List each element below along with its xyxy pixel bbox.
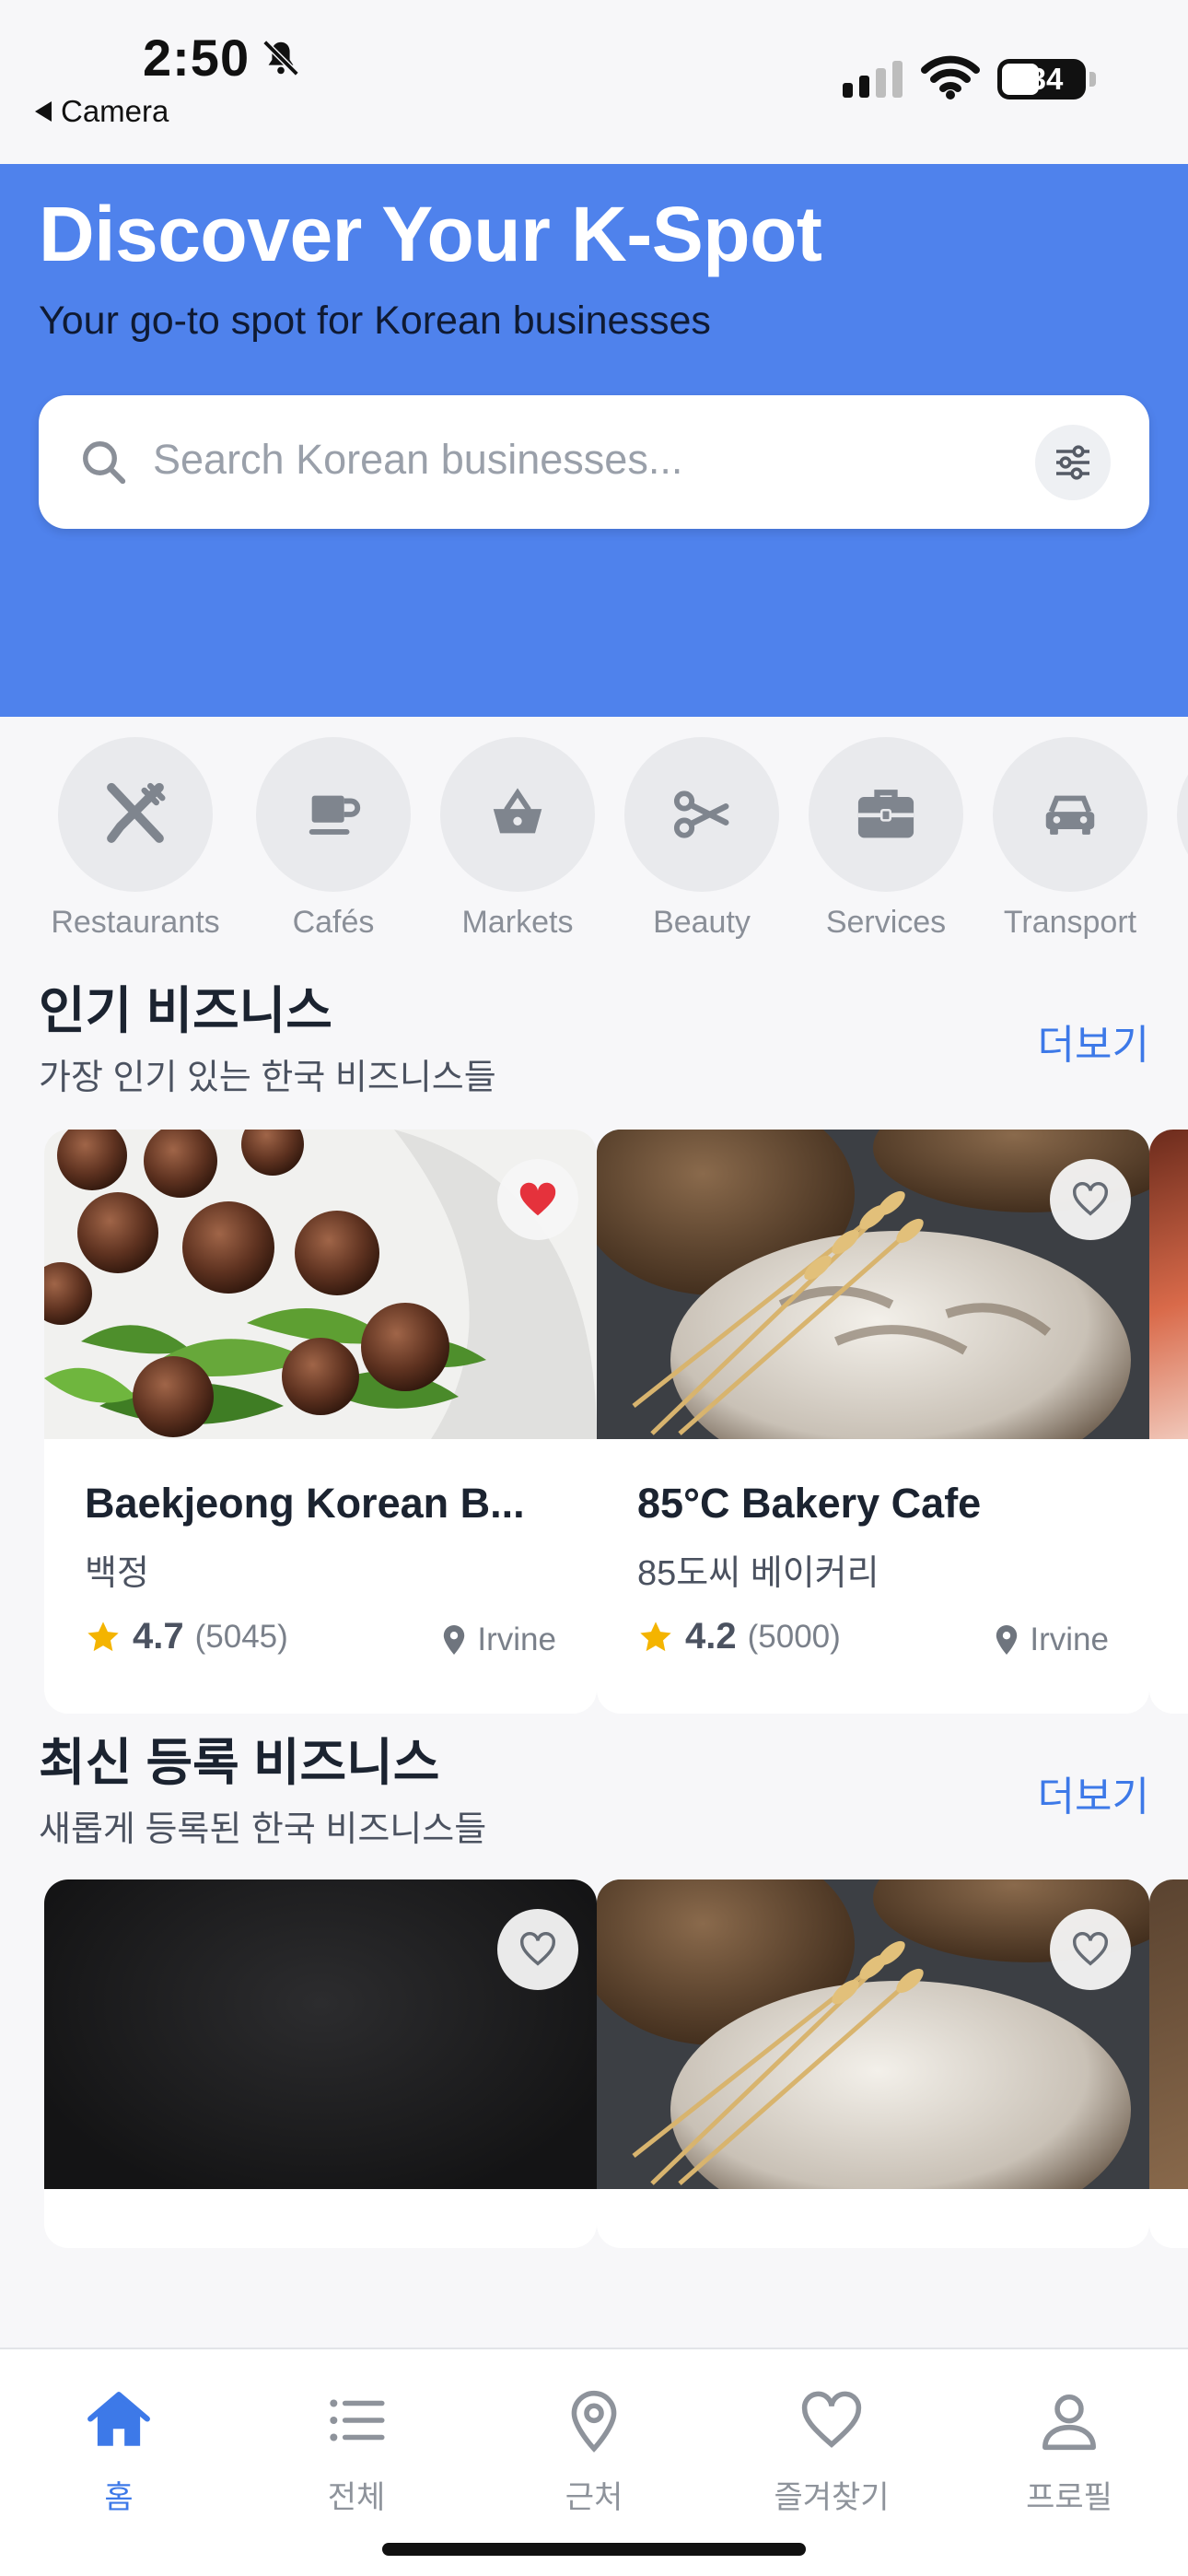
car-icon: [1045, 795, 1095, 835]
business-card[interactable]: Baekjeong Korean B... 백정 4.7 (5045) Irvi…: [44, 1130, 597, 1714]
filter-button[interactable]: [1035, 425, 1111, 500]
business-photo: [597, 1130, 1149, 1439]
category-label: Transport: [1003, 905, 1137, 940]
basket-icon: [493, 788, 542, 834]
business-card-partial[interactable]: [1149, 1130, 1188, 1714]
popular-see-more-link[interactable]: 더보기: [1038, 1012, 1149, 1071]
review-count: (5000): [747, 1618, 841, 1655]
back-to-app-button[interactable]: Camera: [35, 94, 169, 129]
business-photo: [44, 1879, 597, 2189]
page-subtitle: Your go-to spot for Korean businesses: [39, 299, 711, 343]
wifi-icon: [921, 55, 980, 100]
review-count: (5045): [194, 1618, 288, 1655]
silent-bell-icon: [262, 40, 299, 76]
popular-section-title: 인기 비즈니스: [39, 982, 332, 1039]
app-screen: 2:50 Camera 34 Discover Your K-Spot Your…: [0, 0, 1188, 2576]
hero-banner: Discover Your K-Spot Your go-to spot for…: [0, 164, 1188, 717]
tab-all[interactable]: 전체: [264, 2386, 448, 2517]
category-services[interactable]: Services: [794, 737, 978, 941]
coffee-cup-icon: [309, 795, 361, 835]
category-cafes[interactable]: Cafés: [241, 737, 425, 941]
business-card[interactable]: [597, 1879, 1149, 2248]
category-label: Markets: [461, 905, 574, 940]
map-pin-icon: [996, 1625, 1018, 1655]
category-label: Services: [825, 905, 947, 940]
category-beauty[interactable]: Beauty: [610, 737, 794, 941]
business-photo: [1149, 1130, 1188, 1439]
favorite-button[interactable]: [1050, 1159, 1131, 1240]
business-name: 85°C Bakery Cafe: [637, 1480, 982, 1527]
status-time: 2:50: [143, 29, 250, 87]
recent-section-title: 최신 등록 비즈니스: [39, 1734, 440, 1791]
home-indicator[interactable]: [382, 2543, 806, 2556]
tab-label: 전체: [327, 2480, 386, 2515]
tab-label: 프로필: [1026, 2480, 1112, 2515]
category-label: Cafés: [292, 905, 375, 940]
back-arrow-icon: [35, 101, 52, 122]
scissors-icon: [673, 790, 729, 838]
tab-label: 즐겨찾기: [774, 2480, 890, 2515]
tab-nearby[interactable]: 근처: [502, 2386, 686, 2517]
recent-see-more-link[interactable]: 더보기: [1038, 1763, 1149, 1822]
star-icon: [640, 1621, 671, 1651]
list-icon: [330, 2399, 385, 2441]
back-app-label: Camera: [61, 94, 169, 128]
heart-icon: [801, 2391, 862, 2448]
recent-section-subtitle: 새롭게 등록된 한국 비즈니스들: [39, 1810, 487, 1849]
business-photo: [44, 1130, 597, 1439]
popular-section-subtitle: 가장 인기 있는 한국 비즈니스들: [39, 1059, 496, 1097]
tab-label: 홈: [104, 2480, 134, 2515]
status-bar: 2:50 Camera 34: [0, 0, 1188, 164]
bottom-tab-bar: 홈 전체 근처 즐겨찾기 프로필: [0, 2348, 1188, 2576]
business-card[interactable]: 85°C Bakery Cafe 85도씨 베이커리 4.2 (5000) Ir…: [597, 1130, 1149, 1714]
tab-profile[interactable]: 프로필: [977, 2386, 1161, 2517]
map-pin-icon: [571, 2390, 617, 2453]
fork-knife-icon: [107, 782, 166, 843]
favorite-button[interactable]: [497, 1909, 578, 1990]
map-pin-icon: [444, 1625, 465, 1655]
favorite-button[interactable]: [497, 1159, 578, 1240]
business-location: Irvine: [995, 1622, 1109, 1658]
business-korean-name: 85도씨 베이커리: [637, 1554, 879, 1593]
cell-signal-icon: [843, 57, 903, 98]
favorite-button[interactable]: [1050, 1909, 1131, 1990]
rating-value: 4.7: [133, 1616, 184, 1657]
tab-home[interactable]: 홈: [27, 2386, 211, 2517]
business-photo: [597, 1879, 1149, 2189]
business-photo: [1149, 1879, 1188, 2189]
battery-level: 34: [1029, 62, 1064, 96]
business-card[interactable]: [44, 1879, 597, 2248]
search-icon: [83, 441, 126, 485]
tab-label: 근처: [565, 2480, 623, 2515]
category-label: Beauty: [653, 905, 751, 940]
search-input[interactable]: Search Korean businesses...: [153, 436, 682, 484]
category-label: Restaurants: [51, 905, 220, 940]
location-label: Irvine: [1030, 1622, 1109, 1657]
heart-outline-icon: [1073, 1932, 1108, 1966]
heart-outline-icon: [520, 1932, 555, 1966]
heart-outline-icon: [1073, 1182, 1108, 1216]
category-markets[interactable]: Markets: [425, 737, 610, 941]
tab-favorites[interactable]: 즐겨찾기: [740, 2386, 924, 2517]
heart-filled-icon: [519, 1182, 556, 1216]
star-icon: [87, 1621, 119, 1651]
business-korean-name: 백정: [85, 1554, 149, 1593]
business-name: Baekjeong Korean B...: [85, 1480, 525, 1527]
category-restaurants[interactable]: Restaurants: [43, 737, 227, 941]
business-location: Irvine: [442, 1622, 556, 1658]
location-label: Irvine: [477, 1622, 556, 1657]
battery-icon: 34: [997, 59, 1096, 100]
business-rating: 4.2 (5000): [637, 1616, 841, 1657]
page-title: Discover Your K-Spot: [39, 191, 822, 277]
search-bar[interactable]: Search Korean businesses...: [39, 395, 1149, 529]
rating-value: 4.2: [685, 1616, 737, 1657]
sliders-icon: [1056, 445, 1089, 480]
category-partial[interactable]: [1162, 737, 1188, 892]
business-card-partial[interactable]: [1149, 1879, 1188, 2248]
briefcase-icon: [857, 790, 914, 838]
person-icon: [1042, 2394, 1096, 2451]
business-rating: 4.7 (5045): [85, 1616, 288, 1657]
category-transport[interactable]: Transport: [978, 737, 1162, 941]
home-icon: [87, 2392, 150, 2446]
